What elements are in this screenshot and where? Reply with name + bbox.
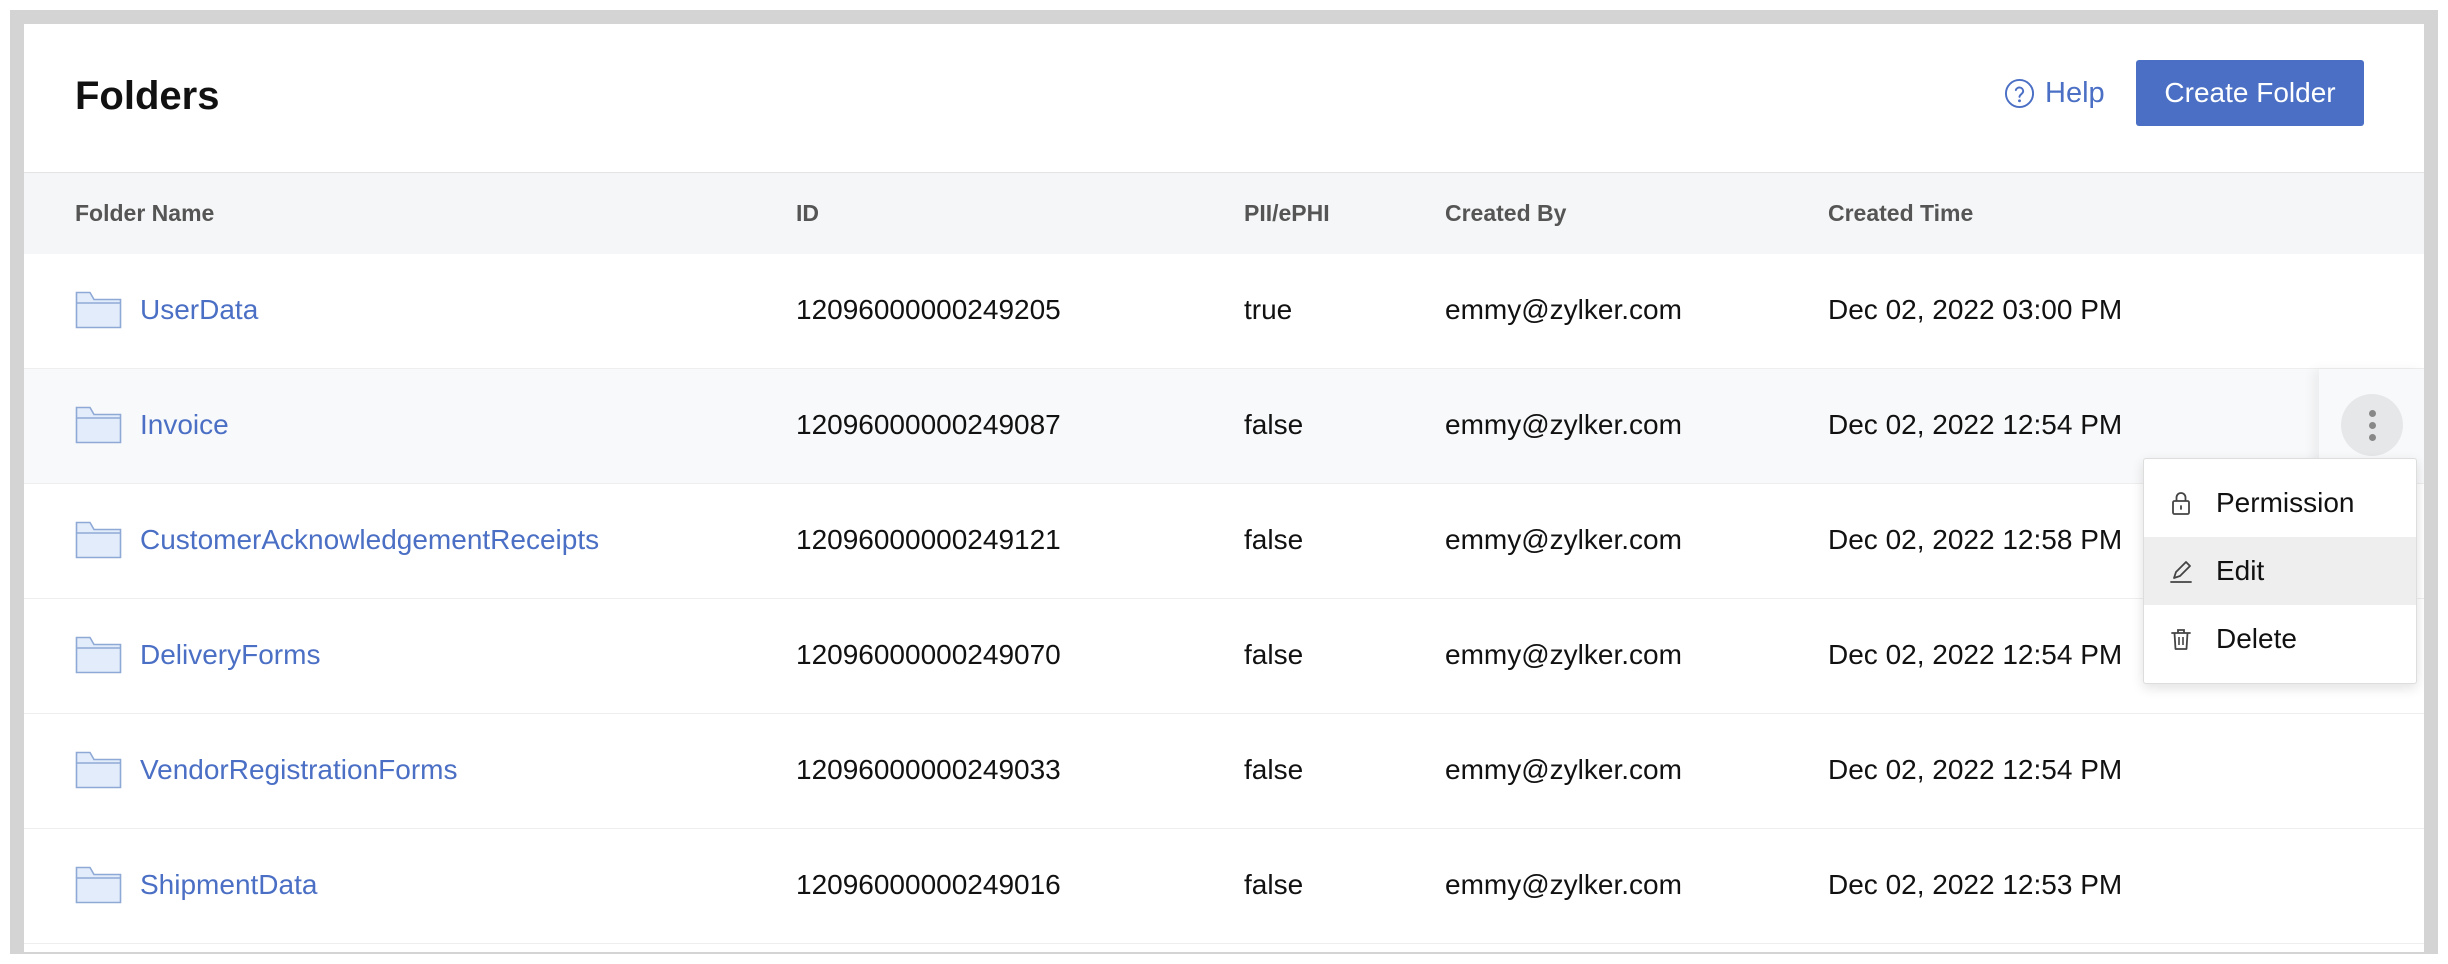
folders-panel: Folders Help Create Folder Folder Name I… <box>24 24 2424 952</box>
folder-id: 12096000000249087 <box>796 409 1061 440</box>
folder-icon <box>75 636 122 674</box>
table-row[interactable]: Invoice 12096000000249087 false emmy@zyl… <box>24 369 2424 484</box>
folder-link[interactable]: Invoice <box>75 405 229 445</box>
kebab-dot-icon <box>2368 421 2376 429</box>
created-by: emmy@zylker.com <box>1445 294 1682 325</box>
menu-item-delete[interactable]: Delete <box>2144 605 2416 673</box>
menu-item-edit[interactable]: Edit <box>2144 537 2416 605</box>
created-time: Dec 02, 2022 12:58 PM <box>1828 524 2123 555</box>
folder-icon <box>75 406 122 444</box>
created-by: emmy@zylker.com <box>1445 869 1682 900</box>
trash-icon <box>2171 629 2191 650</box>
app-frame: Folders Help Create Folder Folder Name I… <box>10 10 2438 954</box>
folder-id: 12096000000249016 <box>796 869 1061 900</box>
folder-icon <box>75 751 122 789</box>
table-row[interactable]: UserData 12096000000249205 true emmy@zyl… <box>24 254 2424 369</box>
pii-flag: false <box>1244 639 1304 670</box>
created-time: Dec 02, 2022 03:00 PM <box>1828 294 2123 325</box>
created-time: Dec 02, 2022 12:53 PM <box>1828 869 2123 900</box>
page-header: Folders Help Create Folder <box>24 24 2424 172</box>
folder-name: CustomerAcknowledgementReceipts <box>140 524 600 555</box>
menu-item-label: Permission <box>2216 487 2355 518</box>
row-actions-menu: Permission Edit Delete <box>2143 458 2417 684</box>
created-time: Dec 02, 2022 12:54 PM <box>1828 754 2123 785</box>
table-row[interactable]: CustomerAcknowledgementReceipts 12096000… <box>24 484 2424 599</box>
folder-id: 12096000000249121 <box>796 524 1061 555</box>
pii-flag: true <box>1244 294 1293 325</box>
column-header-created-by: Created By <box>1445 200 1567 226</box>
folder-id: 12096000000249033 <box>796 754 1061 785</box>
kebab-dot-icon <box>2368 409 2376 417</box>
help-circle-icon <box>2004 78 2035 108</box>
table-row[interactable]: DeliveryForms 12096000000249070 false em… <box>24 599 2424 714</box>
folder-name: DeliveryForms <box>140 639 321 670</box>
pii-flag: false <box>1244 409 1304 440</box>
table-row[interactable]: VendorRegistrationForms 1209600000024903… <box>24 714 2424 829</box>
lock-icon <box>2172 492 2190 515</box>
column-header-folder-name: Folder Name <box>75 200 215 226</box>
kebab-dot-icon <box>2368 433 2376 441</box>
table-header: Folder Name ID PII/ePHI Created By Creat… <box>24 172 2424 255</box>
table-row[interactable]: ShipmentData 12096000000249016 false emm… <box>24 829 2424 944</box>
menu-item-label: Edit <box>2216 555 2265 586</box>
create-folder-button[interactable]: Create Folder <box>2136 60 2364 126</box>
folder-name: VendorRegistrationForms <box>140 754 458 785</box>
column-header-created-time: Created Time <box>1828 200 1974 226</box>
created-by: emmy@zylker.com <box>1445 524 1682 555</box>
created-time: Dec 02, 2022 12:54 PM <box>1828 639 2123 670</box>
pii-flag: false <box>1244 754 1304 785</box>
created-by: emmy@zylker.com <box>1445 409 1682 440</box>
folder-link[interactable]: VendorRegistrationForms <box>75 750 457 790</box>
created-by: emmy@zylker.com <box>1445 639 1682 670</box>
pii-flag: false <box>1244 869 1304 900</box>
folder-icon <box>75 866 122 904</box>
created-time: Dec 02, 2022 12:54 PM <box>1828 409 2123 440</box>
help-label: Help <box>2045 76 2105 109</box>
folder-icon <box>75 521 122 559</box>
page-title: Folders <box>75 74 220 118</box>
pencil-icon <box>2170 561 2192 583</box>
more-actions-button[interactable] <box>2341 394 2403 456</box>
pii-flag: false <box>1244 524 1304 555</box>
folder-id: 12096000000249205 <box>796 294 1061 325</box>
folder-link[interactable]: ShipmentData <box>75 865 317 905</box>
folder-icon <box>75 291 122 329</box>
column-header-id: ID <box>796 200 819 226</box>
column-header-pii: PII/ePHI <box>1244 200 1330 226</box>
folder-name: ShipmentData <box>140 869 318 900</box>
folder-link[interactable]: UserData <box>75 290 258 330</box>
help-link[interactable]: Help <box>2004 73 2105 113</box>
created-by: emmy@zylker.com <box>1445 754 1682 785</box>
folder-id: 12096000000249070 <box>796 639 1061 670</box>
menu-item-permission[interactable]: Permission <box>2144 469 2416 537</box>
folder-link[interactable]: DeliveryForms <box>75 635 320 675</box>
folder-name: UserData <box>140 294 259 325</box>
folder-link[interactable]: CustomerAcknowledgementReceipts <box>75 520 599 560</box>
menu-item-label: Delete <box>2216 623 2297 654</box>
folder-name: Invoice <box>140 409 229 440</box>
